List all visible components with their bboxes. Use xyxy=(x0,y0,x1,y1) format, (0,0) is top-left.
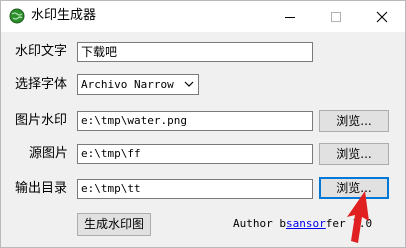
author-link[interactable]: sansor xyxy=(286,217,326,230)
output-dir-label: 输出目录 xyxy=(15,181,68,196)
output-dir-input[interactable]: e:\tmp\tt xyxy=(77,179,313,199)
watermark-text-label: 水印文字 xyxy=(15,44,68,59)
watermark-text-input[interactable]: 下载吧 xyxy=(77,42,313,62)
source-image-browse-button[interactable]: 浏览... xyxy=(319,143,389,165)
credit-prefix: Author b xyxy=(233,217,286,230)
close-icon xyxy=(376,11,388,22)
close-button[interactable] xyxy=(359,1,405,32)
minimize-button[interactable] xyxy=(267,1,313,32)
source-image-input[interactable]: e:\tmp\ff xyxy=(77,144,313,164)
image-watermark-input[interactable]: e:\tmp\water.png xyxy=(77,111,313,131)
title-bar[interactable]: 水印生成器 xyxy=(1,1,405,32)
annotation-arrow-icon xyxy=(347,191,369,243)
window-title: 水印生成器 xyxy=(31,8,97,23)
app-window: 水印生成器 水印文字 下载吧 选择字体 Archivo Narrow 图片水印 xyxy=(0,0,406,248)
font-label: 选择字体 xyxy=(15,77,68,92)
image-watermark-label: 图片水印 xyxy=(15,113,68,128)
source-image-label: 源图片 xyxy=(29,146,69,161)
chevron-down-icon xyxy=(184,81,194,87)
maximize-icon xyxy=(331,11,341,22)
font-select[interactable]: Archivo Narrow xyxy=(77,74,199,95)
font-select-value: Archivo Narrow xyxy=(81,78,174,91)
image-watermark-browse-button[interactable]: 浏览... xyxy=(319,110,389,132)
minimize-icon xyxy=(285,16,295,18)
generate-watermark-button[interactable]: 生成水印图 xyxy=(77,213,151,236)
maximize-button[interactable] xyxy=(313,1,359,32)
globe-icon xyxy=(9,8,25,24)
